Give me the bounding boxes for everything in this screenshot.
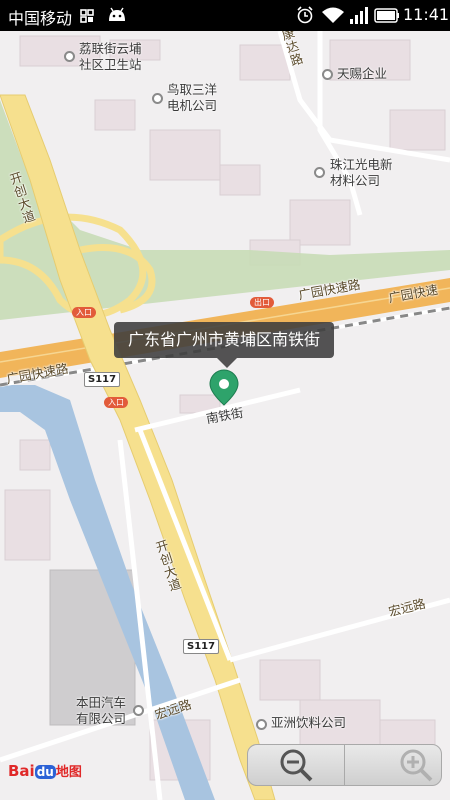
zoom-out-icon	[280, 749, 313, 782]
poi-label[interactable]: 珠江光电新 材料公司	[330, 157, 393, 189]
status-bar: 中国移动 11:41	[0, 0, 450, 31]
poi-marker-icon[interactable]	[64, 51, 75, 62]
poi-marker-icon[interactable]	[314, 167, 325, 178]
poi-marker-icon[interactable]	[133, 705, 144, 716]
highway-shield: S117	[183, 639, 220, 654]
poi-marker-icon[interactable]	[152, 93, 163, 104]
highway-shield: S117	[84, 372, 121, 387]
zoom-control	[247, 744, 442, 786]
wifi-icon	[322, 7, 344, 24]
logo-text-du: du	[34, 765, 56, 779]
notification-icon	[80, 8, 94, 23]
popup-pointer	[217, 358, 237, 368]
signal-icon	[350, 7, 368, 24]
logo-text-bai: Bai	[8, 762, 35, 780]
baidu-map-logo: Bai du 地图	[8, 761, 82, 780]
clock-label: 11:41	[403, 5, 450, 24]
poi-label[interactable]: 亚洲饮料公司	[271, 715, 346, 731]
android-icon	[106, 7, 128, 23]
zoom-out-button[interactable]	[248, 745, 344, 785]
poi-marker-icon[interactable]	[256, 719, 267, 730]
map-view[interactable]: 荔联街云埔 社区卫生站 鸟取三洋 电机公司 天赐企业 珠江光电新 材料公司 本田…	[0, 31, 450, 800]
entrance-tag: 入口	[72, 307, 96, 318]
alarm-icon	[296, 6, 314, 24]
logo-text-map: 地图	[55, 765, 82, 780]
carrier-label: 中国移动	[8, 9, 73, 28]
poi-label[interactable]: 荔联街云埔 社区卫生站	[79, 41, 142, 73]
zoom-in-icon	[400, 749, 433, 782]
poi-label[interactable]: 天赐企业	[337, 66, 387, 82]
entrance-tag: 入口	[104, 397, 128, 408]
address-popup[interactable]: 广东省广州市黄埔区南铁街	[114, 322, 334, 358]
poi-marker-icon[interactable]	[322, 69, 333, 80]
battery-icon	[374, 7, 400, 24]
exit-tag: 出口	[250, 297, 274, 308]
poi-label[interactable]: 本田汽车 有限公司	[76, 695, 126, 727]
zoom-in-button[interactable]	[345, 745, 441, 785]
poi-label[interactable]: 鸟取三洋 电机公司	[167, 82, 217, 114]
